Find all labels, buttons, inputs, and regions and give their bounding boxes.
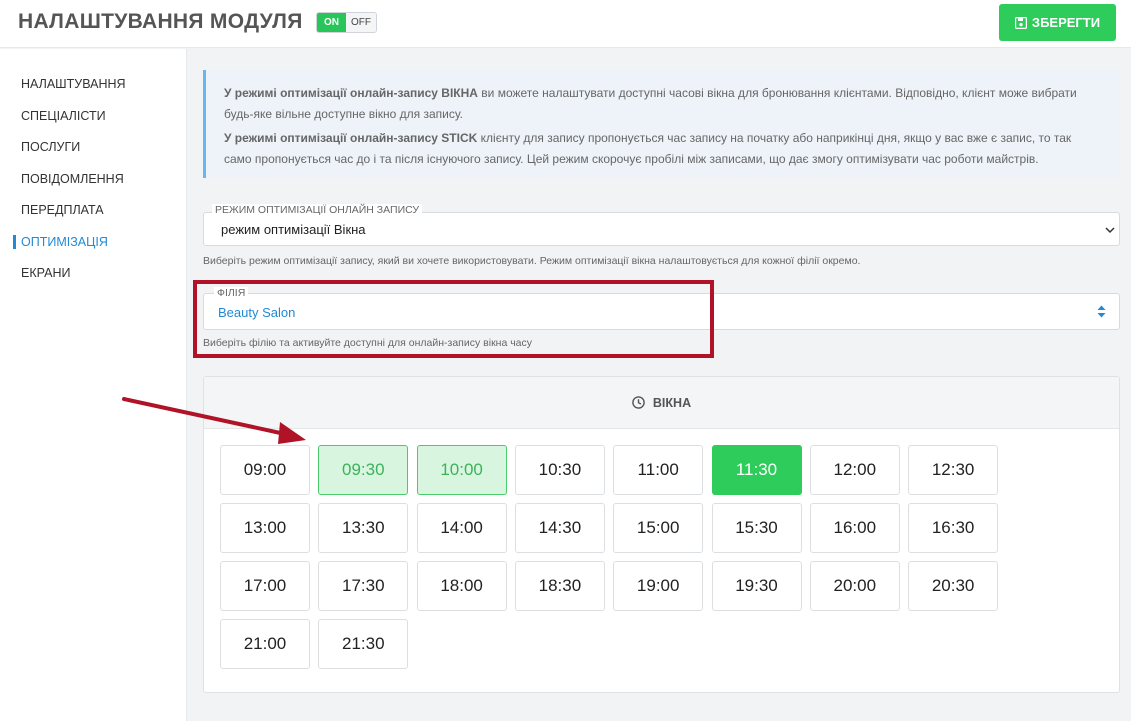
info-paragraph-windows: У режимі оптимізації онлайн-запису ВІКНА… — [224, 83, 1102, 125]
info-stick-title: У режимі оптимізації онлайн-запису STICK — [224, 131, 478, 145]
time-slot-1700[interactable]: 17:00 — [220, 561, 310, 611]
toggle-off-option[interactable]: OFF — [346, 13, 376, 32]
chevron-down-icon[interactable] — [1104, 224, 1116, 236]
time-slot-0930[interactable]: 09:30 — [318, 445, 409, 495]
time-slot-1330[interactable]: 13:30 — [318, 503, 409, 553]
sort-arrows-icon[interactable] — [1097, 305, 1106, 318]
time-slot-1800[interactable]: 18:00 — [416, 561, 507, 611]
page-title: НАЛАШТУВАННЯ МОДУЛЯ — [18, 10, 303, 33]
branch-select-help: Виберіть філію та активуйте доступні для… — [203, 337, 533, 349]
time-slot-2130[interactable]: 21:30 — [318, 619, 409, 669]
sidebar-item-specialists[interactable]: СПЕЦІАЛІСТИ — [21, 109, 106, 123]
time-slot-1600[interactable]: 16:00 — [809, 503, 900, 553]
save-button-label: ЗБЕРЕГТИ — [1031, 15, 1101, 30]
windows-title: ВІКНА — [652, 395, 692, 410]
info-paragraph-stick: У режимі оптимізації онлайн-запису STICK… — [224, 128, 1102, 170]
sidebar-item-optimization[interactable]: ОПТИМІЗАЦІЯ — [21, 235, 108, 249]
time-slot-1900[interactable]: 19:00 — [613, 561, 704, 611]
branch-select-label: ФІЛІЯ — [214, 287, 249, 299]
info-windows-title: У режимі оптимізації онлайн-запису ВІКНА — [224, 86, 478, 100]
info-callout: У режимі оптимізації онлайн-запису ВІКНА… — [203, 70, 1120, 178]
branch-select[interactable] — [203, 293, 1120, 330]
floppy-disk-icon — [1014, 16, 1027, 29]
mode-select-label: РЕЖИМ ОПТИМІЗАЦІЇ ОНЛАЙН ЗАПИСУ — [212, 204, 423, 216]
time-slot-2000[interactable]: 20:00 — [809, 561, 900, 611]
time-slot-1730[interactable]: 17:30 — [318, 561, 409, 611]
time-slot-1030[interactable]: 10:30 — [514, 445, 605, 495]
time-slot-1400[interactable]: 14:00 — [416, 503, 507, 553]
save-button[interactable]: ЗБЕРЕГТИ — [999, 4, 1116, 41]
time-slot-1300[interactable]: 13:00 — [220, 503, 310, 553]
time-slot-1530[interactable]: 15:30 — [711, 503, 802, 553]
clock-icon — [632, 396, 645, 409]
sidebar-item-notifications[interactable]: ПОВІДОМЛЕННЯ — [21, 172, 124, 186]
mode-select-value[interactable]: режим оптимізації Вікна — [221, 222, 366, 237]
mode-select-help: Виберіть режим оптимізації запису, який … — [203, 255, 861, 267]
time-slot-1000[interactable]: 10:00 — [416, 445, 507, 495]
sidebar-item-services[interactable]: ПОСЛУГИ — [21, 140, 80, 154]
windows-header: ВІКНА — [204, 377, 1119, 429]
time-slot-1100[interactable]: 11:00 — [613, 445, 704, 495]
time-slot-1830[interactable]: 18:30 — [514, 561, 605, 611]
branch-select-value[interactable]: Beauty Salon — [218, 305, 295, 320]
sidebar: НАЛАШТУВАННЯ СПЕЦІАЛІСТИ ПОСЛУГИ ПОВІДОМ… — [0, 49, 187, 721]
time-slot-1430[interactable]: 14:30 — [514, 503, 605, 553]
time-slot-1930[interactable]: 19:30 — [711, 561, 802, 611]
module-toggle[interactable]: ON OFF — [316, 12, 377, 33]
toggle-on-option[interactable]: ON — [317, 13, 346, 32]
top-bar: НАЛАШТУВАННЯ МОДУЛЯ ON OFF ЗБЕРЕГТИ — [0, 0, 1131, 48]
time-slot-2030[interactable]: 20:30 — [908, 561, 999, 611]
time-slot-2100[interactable]: 21:00 — [220, 619, 310, 669]
time-slot-1230[interactable]: 12:30 — [908, 445, 999, 495]
time-slot-1500[interactable]: 15:00 — [613, 503, 704, 553]
sidebar-item-screens[interactable]: ЕКРАНИ — [21, 266, 70, 280]
time-slot-1200[interactable]: 12:00 — [809, 445, 900, 495]
sidebar-item-subscription[interactable]: ПЕРЕДПЛАТА — [21, 203, 104, 217]
active-nav-marker — [13, 235, 16, 249]
windows-panel: ВІКНА 09:00 09:30 10:00 10:30 11:00 11:30 12:0… — [203, 376, 1120, 693]
time-slot-0900[interactable]: 09:00 — [220, 445, 310, 495]
time-slot-1130[interactable]: 11:30 — [711, 445, 802, 495]
time-slot-1630[interactable]: 16:30 — [908, 503, 999, 553]
sidebar-item-settings[interactable]: НАЛАШТУВАННЯ — [21, 77, 126, 91]
